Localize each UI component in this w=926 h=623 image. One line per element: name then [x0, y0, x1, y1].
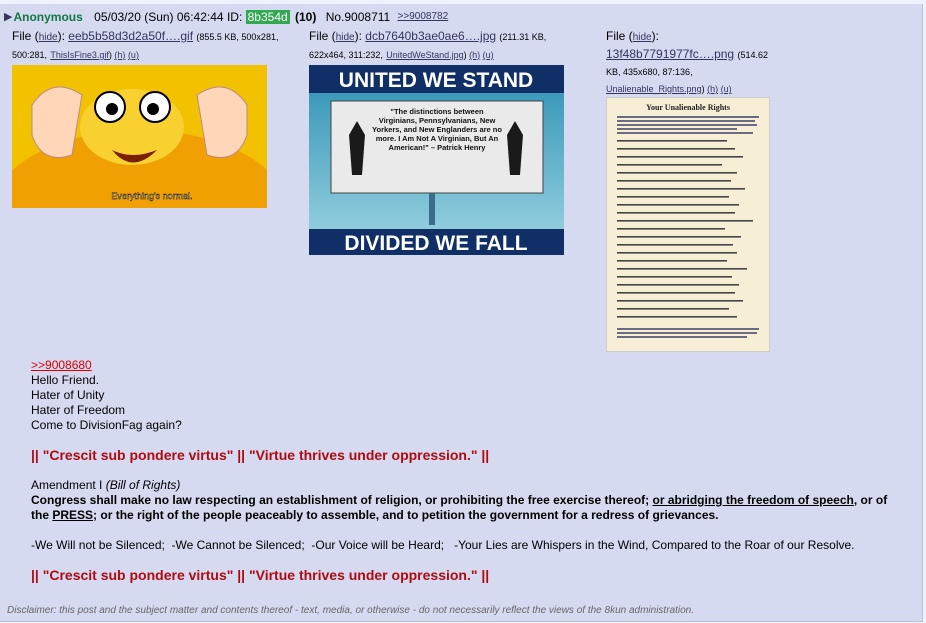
- red-motto-2: || "Crescit sub pondere virtus" || "Virt…: [31, 567, 490, 583]
- united-we-stand-image: UNITED WE STAND "The distinctions betwee…: [309, 65, 564, 255]
- disclaimer: Disclaimer: this post and the subject ma…: [7, 605, 694, 616]
- body-line: Hater of Unity: [31, 388, 105, 402]
- file-meta-2: KB, 435x680, 87:136,: [606, 67, 693, 77]
- amendment-text: Congress shall make no law respecting an…: [31, 493, 888, 522]
- quote-link[interactable]: >>9008680: [31, 358, 92, 372]
- hide-file-link[interactable]: hide: [633, 32, 652, 43]
- file-name-link[interactable]: eeb5b58d3d2a50f….gif: [68, 29, 193, 43]
- file-original-name[interactable]: Unalienable_Rights.png: [606, 84, 702, 94]
- thumbnail-jake-gif[interactable]: Everything's normal.: [12, 65, 267, 208]
- image-caption: Everything's normal.: [111, 191, 192, 201]
- file-info-1: File (hide): eeb5b58d3d2a50f….gif (855.5…: [12, 29, 279, 60]
- amendment-heading: Amendment I (Bill of Rights): [31, 478, 181, 492]
- post: ▶Anonymous 05/03/20 (Sun) 06:42:44 ID: 8…: [0, 4, 923, 622]
- file-original-name[interactable]: UnitedWeStand.jpg: [386, 50, 463, 60]
- poster-post-count: (10): [295, 9, 317, 24]
- file-original-name[interactable]: ThisIsFine3.gif: [50, 50, 109, 60]
- id-label: ID:: [226, 9, 243, 24]
- body-line: Hater of Freedom: [31, 403, 126, 417]
- file-unix-link[interactable]: (u): [721, 84, 732, 94]
- thumbnail-united-we-stand[interactable]: UNITED WE STAND "The distinctions betwee…: [309, 65, 564, 255]
- file-hash-link[interactable]: (h): [707, 84, 718, 94]
- hide-file-link[interactable]: hide: [336, 32, 355, 43]
- doc-title: Your Unalienable Rights: [646, 103, 730, 112]
- image-bottom-text: DIVIDED WE FALL: [344, 232, 527, 255]
- thumbnail-unalienable-rights[interactable]: Your Unalienable Rights: [606, 97, 770, 352]
- post-number[interactable]: No.9008711: [326, 10, 391, 24]
- image-top-text: UNITED WE STAND: [339, 69, 533, 92]
- post-body: >>9008680 Hello Friend. Hater of Unity H…: [31, 358, 891, 583]
- file-info-3: File (hide): 13f48b7791977fc….png (514.6…: [606, 29, 768, 94]
- reply-backlink[interactable]: >>9008782: [398, 11, 449, 22]
- jake-image: Everything's normal.: [12, 65, 267, 208]
- image-quote: "The distinctions between Virginians, Pe…: [372, 107, 502, 152]
- file-hash-link[interactable]: (h): [469, 50, 480, 60]
- poster-name: Anonymous: [13, 9, 83, 24]
- file-info-2: File (hide): dcb7640b3ae0ae6….jpg (211.3…: [309, 29, 547, 60]
- file-unix-link[interactable]: (u): [483, 50, 494, 60]
- file-hash-link[interactable]: (h): [114, 50, 125, 60]
- body-line: Hello Friend.: [31, 373, 100, 387]
- hide-file-link[interactable]: hide: [39, 32, 58, 43]
- file-label: File: [606, 29, 626, 43]
- red-motto: || "Crescit sub pondere virtus" || "Virt…: [31, 447, 490, 463]
- slogan-text: -We Will not be Silenced; -We Cannot be …: [31, 538, 855, 552]
- file-name-link[interactable]: dcb7640b3ae0ae6….jpg: [365, 29, 496, 43]
- file-meta: (514.62: [737, 50, 768, 60]
- post-timestamp: 05/03/20 (Sun) 06:42:44: [94, 9, 224, 24]
- file-label: File: [12, 29, 32, 43]
- post-intro: ▶Anonymous 05/03/20 (Sun) 06:42:44 ID: 8…: [4, 9, 448, 24]
- file-label: File: [309, 29, 329, 43]
- file-name-link[interactable]: 13f48b7791977fc….png: [606, 47, 734, 61]
- post-menu-arrow-icon[interactable]: ▶: [4, 11, 12, 23]
- body-line: Come to DivisionFag again?: [31, 418, 182, 432]
- rights-document-image: Your Unalienable Rights: [607, 98, 769, 351]
- file-unix-link[interactable]: (u): [128, 50, 139, 60]
- poster-id[interactable]: 8b354d: [245, 9, 290, 24]
